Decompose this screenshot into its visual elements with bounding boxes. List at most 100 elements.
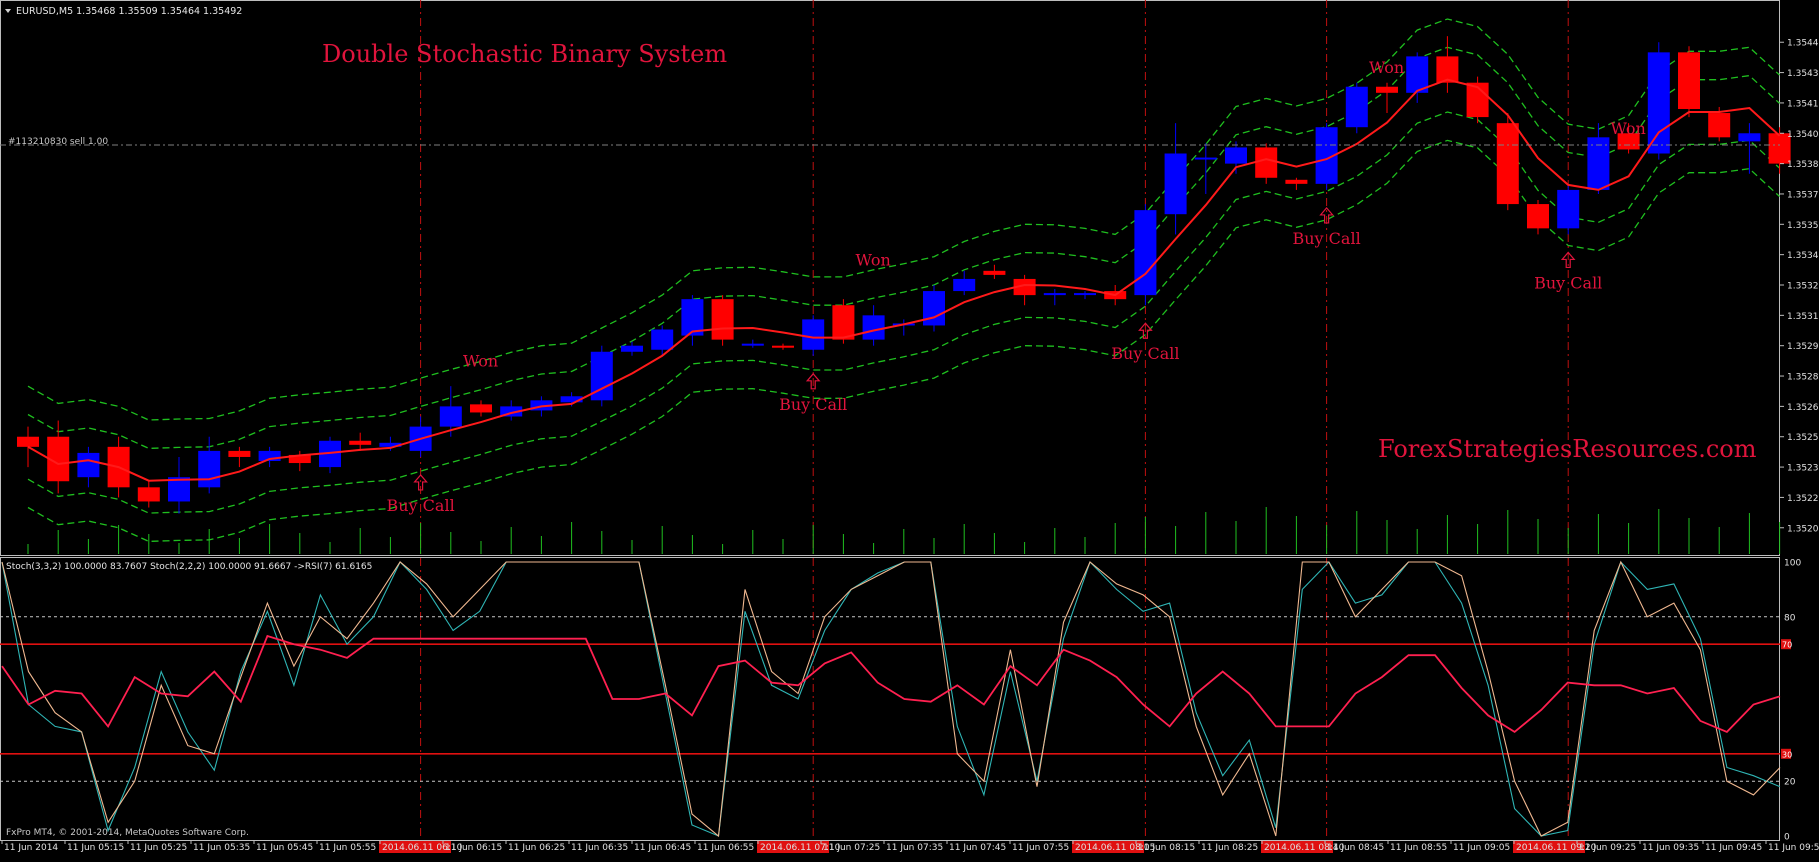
watermark: ForexStrategiesResources.com bbox=[1378, 435, 1757, 463]
bear-candle[interactable] bbox=[1376, 86, 1398, 93]
price-label: 1.35310 bbox=[1787, 312, 1819, 322]
bull-candle[interactable] bbox=[923, 291, 945, 326]
price-label: 1.35355 bbox=[1787, 221, 1819, 231]
bear-candle[interactable] bbox=[983, 270, 1006, 275]
bull-candle[interactable] bbox=[77, 452, 100, 478]
bull-candle[interactable] bbox=[953, 278, 976, 292]
bear-candle[interactable] bbox=[832, 305, 855, 340]
price-label: 1.35220 bbox=[1787, 494, 1819, 504]
bull-candle[interactable] bbox=[1225, 147, 1247, 164]
time-label: 11 Jun 05:55 bbox=[319, 843, 376, 853]
indicator-level-label: 20 bbox=[1784, 778, 1796, 788]
time-label: 11 Jun 08:15 bbox=[1138, 843, 1195, 853]
chart-background bbox=[0, 0, 1819, 858]
bear-candle[interactable] bbox=[228, 450, 251, 457]
bull-candle[interactable] bbox=[1345, 86, 1368, 128]
time-label: 11 Jun 06:45 bbox=[634, 843, 691, 853]
price-label: 1.35325 bbox=[1787, 282, 1819, 292]
bull-candle[interactable] bbox=[862, 315, 885, 340]
mt4-chart-window[interactable]: Buy Call Won Buy Call Won Buy Call Buy Call Wo… bbox=[0, 0, 1819, 858]
price-label: 1.35265 bbox=[1787, 403, 1819, 413]
time-label: 11 Jun 2014 bbox=[4, 843, 58, 853]
bear-candle[interactable] bbox=[349, 440, 372, 445]
time-label: 11 Jun 05:45 bbox=[256, 843, 313, 853]
indicator-level-label: 80 bbox=[1784, 613, 1796, 623]
order-label: #113210830 sell 1.00 bbox=[8, 137, 108, 147]
level-badge-label: 30 bbox=[1782, 750, 1792, 759]
buy-call-label: Buy Call bbox=[1534, 273, 1602, 292]
indicator-level-label: 100 bbox=[1784, 559, 1801, 569]
bear-candle[interactable] bbox=[1255, 147, 1278, 178]
bull-candle[interactable] bbox=[741, 343, 764, 346]
time-axis: 11 Jun 2014 11 Jun 05:15 11 Jun 05:25 11 Ju… bbox=[1, 841, 1819, 853]
bull-candle[interactable] bbox=[802, 319, 825, 350]
price-label: 1.35280 bbox=[1787, 373, 1819, 383]
time-label: 11 Jun 07:55 bbox=[1012, 843, 1069, 853]
time-label: 11 Jun 08:25 bbox=[1201, 843, 1258, 853]
price-label: 1.35430 bbox=[1787, 69, 1819, 79]
bear-candle[interactable] bbox=[1496, 123, 1519, 205]
bear-candle[interactable] bbox=[1678, 52, 1700, 109]
symbol-info: EURUSD,M5 1.35468 1.35509 1.35464 1.3549… bbox=[16, 6, 242, 17]
chart-title: Double Stochastic Binary System bbox=[322, 40, 727, 68]
time-label: 11 Jun 09:05 bbox=[1453, 843, 1510, 853]
price-label: 1.35340 bbox=[1787, 251, 1819, 261]
time-label: 11 Jun 05:25 bbox=[130, 843, 187, 853]
time-label: 11 Jun 06:25 bbox=[508, 843, 565, 853]
time-label: 11 Jun 07:45 bbox=[949, 843, 1006, 853]
time-label: 11 Jun 06:55 bbox=[697, 843, 754, 853]
bear-candle[interactable] bbox=[470, 404, 492, 413]
time-label: 11 Jun 08:55 bbox=[1390, 843, 1447, 853]
buy-call-label: Buy Call bbox=[1292, 229, 1360, 248]
time-label: 11 Jun 09:35 bbox=[1642, 843, 1699, 853]
price-label: 1.35250 bbox=[1787, 433, 1819, 443]
bull-candle[interactable] bbox=[1647, 52, 1670, 154]
price-label: 1.35205 bbox=[1787, 524, 1819, 534]
time-label: 11 Jun 08:45 bbox=[1327, 843, 1384, 853]
won-label: Won bbox=[856, 250, 891, 269]
bull-candle[interactable] bbox=[1134, 210, 1157, 296]
level-badge-label: 70 bbox=[1782, 641, 1792, 650]
time-label: 11 Jun 07:35 bbox=[886, 843, 943, 853]
bear-candle[interactable] bbox=[1285, 179, 1308, 184]
bear-candle[interactable] bbox=[711, 299, 734, 340]
won-label: Won bbox=[1611, 119, 1646, 138]
bull-candle[interactable] bbox=[1194, 157, 1217, 160]
chart-canvas[interactable]: Buy Call Won Buy Call Won Buy Call Buy Call Wo… bbox=[0, 0, 1819, 858]
buy-call-label: Buy Call bbox=[1111, 344, 1179, 363]
time-label: 11 Jun 07:25 bbox=[823, 843, 880, 853]
buy-call-label: Buy Call bbox=[779, 395, 847, 414]
time-label: 11 Jun 06:35 bbox=[571, 843, 628, 853]
bull-candle[interactable] bbox=[1738, 133, 1761, 142]
bull-candle[interactable] bbox=[1164, 153, 1187, 215]
bear-candle[interactable] bbox=[17, 436, 39, 447]
indicator-level-label: 0 bbox=[1784, 833, 1790, 843]
bull-candle[interactable] bbox=[651, 329, 674, 350]
time-label: 11 Jun 06:15 bbox=[445, 843, 502, 853]
bull-candle[interactable] bbox=[1557, 189, 1580, 229]
bear-candle[interactable] bbox=[137, 487, 160, 502]
price-label: 1.35415 bbox=[1787, 99, 1819, 109]
time-label: 11 Jun 09:5 bbox=[1768, 843, 1819, 853]
bull-candle[interactable] bbox=[439, 406, 462, 427]
price-label: 1.35385 bbox=[1787, 160, 1819, 170]
price-label: 1.35400 bbox=[1787, 130, 1819, 140]
bull-candle[interactable] bbox=[1043, 293, 1066, 296]
price-label: 1.35370 bbox=[1787, 190, 1819, 200]
time-label: 11 Jun 05:15 bbox=[67, 843, 124, 853]
indicator-label: Stoch(3,3,2) 100.0000 83.7607 Stoch(2,2,… bbox=[6, 562, 372, 572]
buy-call-label: Buy Call bbox=[386, 496, 454, 515]
copyright-text: FxPro MT4, © 2001-2014, MetaQuotes Softw… bbox=[6, 828, 249, 838]
bear-candle[interactable] bbox=[1708, 113, 1731, 138]
bull-candle[interactable] bbox=[1074, 293, 1096, 296]
time-label: 11 Jun 09:45 bbox=[1705, 843, 1762, 853]
won-label: Won bbox=[1369, 58, 1404, 77]
price-label: 1.35445 bbox=[1787, 39, 1819, 49]
bull-candle[interactable] bbox=[621, 345, 643, 352]
bear-candle[interactable] bbox=[1527, 204, 1549, 229]
price-label: 1.35235 bbox=[1787, 464, 1819, 474]
time-label: 11 Jun 09:25 bbox=[1579, 843, 1636, 853]
bull-candle[interactable] bbox=[198, 450, 221, 488]
time-label: 11 Jun 05:35 bbox=[193, 843, 250, 853]
bear-candle[interactable] bbox=[772, 345, 794, 348]
